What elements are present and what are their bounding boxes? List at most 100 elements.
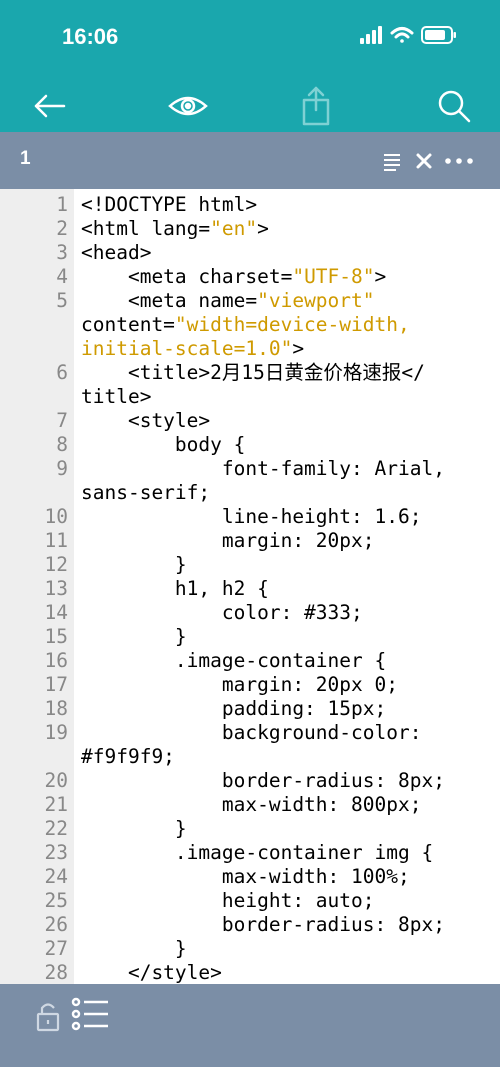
code-line[interactable]: 28 </style> — [0, 961, 500, 984]
code-line[interactable]: #f9f9f9; — [0, 745, 500, 769]
share-icon[interactable] — [294, 84, 338, 128]
line-code: } — [81, 625, 187, 648]
code-line[interactable]: 4 <meta charset="UTF-8"> — [0, 265, 500, 289]
line-number: 10 — [44, 505, 68, 528]
battery-icon — [421, 26, 456, 44]
code-line[interactable]: 18 padding: 15px; — [0, 697, 500, 721]
line-code: background-color: — [81, 721, 422, 744]
line-code: </style> — [81, 961, 222, 984]
line-code: <title>2月15日黄金价格速报</ — [81, 361, 425, 384]
code-line[interactable]: initial-scale=1.0"> — [0, 337, 500, 361]
menu-lines-icon[interactable] — [384, 154, 400, 171]
line-number: 11 — [44, 529, 68, 552]
line-code: max-width: 800px; — [81, 793, 422, 816]
line-number: 13 — [44, 577, 68, 600]
code-line[interactable]: 13 h1, h2 { — [0, 577, 500, 601]
code-editor[interactable]: 1 <!DOCTYPE html> 2 <html lang="en"> 3 <head>… — [0, 189, 500, 984]
line-number: 23 — [44, 841, 68, 864]
line-number: 4 — [56, 265, 68, 288]
line-code: padding: 15px; — [81, 697, 387, 720]
code-line[interactable]: 8 body { — [0, 433, 500, 457]
line-number: 28 — [44, 961, 68, 984]
code-line[interactable]: content="width=device-width, — [0, 313, 500, 337]
code-line[interactable]: 5 <meta name="viewport" — [0, 289, 500, 313]
code-line[interactable]: 10 line-height: 1.6; — [0, 505, 500, 529]
line-number: 1 — [56, 193, 68, 216]
tab-actions — [382, 146, 478, 176]
line-number: 3 — [56, 241, 68, 264]
line-code: <meta charset="UTF-8"> — [81, 265, 387, 288]
document-tab-bar: 1 — [0, 132, 500, 189]
line-number: 14 — [44, 601, 68, 624]
line-number: 22 — [44, 817, 68, 840]
code-line[interactable]: 19 background-color: — [0, 721, 500, 745]
line-number: 8 — [56, 433, 68, 456]
line-code: height: auto; — [81, 889, 375, 912]
line-number: 2 — [56, 217, 68, 240]
code-line[interactable]: 25 height: auto; — [0, 889, 500, 913]
line-code: <!DOCTYPE html> — [81, 193, 258, 216]
code-line[interactable]: 3 <head> — [0, 241, 500, 265]
code-line[interactable]: sans-serif; — [0, 481, 500, 505]
line-code: initial-scale=1.0"> — [81, 337, 305, 360]
string-literal: "width=device-width, — [174, 313, 410, 336]
search-icon[interactable] — [432, 84, 476, 128]
bottom-toolbar — [0, 984, 500, 1067]
code-line[interactable]: 16 .image-container { — [0, 649, 500, 673]
code-line[interactable]: 14 color: #333; — [0, 601, 500, 625]
list-icon[interactable] — [70, 996, 112, 1036]
code-line[interactable]: 27 } — [0, 937, 500, 961]
line-code: font-family: Arial, — [81, 457, 445, 480]
line-code: h1, h2 { — [81, 577, 269, 600]
line-code: .image-container img { — [81, 841, 434, 864]
status-icons — [360, 24, 460, 52]
code-line[interactable]: 1 <!DOCTYPE html> — [0, 193, 500, 217]
tab-title[interactable]: 1 — [20, 148, 31, 170]
code-line[interactable]: 6 <title>2月15日黄金价格速报</ — [0, 361, 500, 385]
string-literal: "viewport" — [257, 289, 375, 312]
line-code: <style> — [81, 409, 211, 432]
code-line[interactable]: title> — [0, 385, 500, 409]
top-toolbar — [0, 78, 500, 132]
code-line[interactable]: 23 .image-container img { — [0, 841, 500, 865]
close-icon[interactable] — [416, 153, 432, 169]
status-time: 16:06 — [62, 24, 119, 49]
code-line[interactable]: 11 margin: 20px; — [0, 529, 500, 553]
line-code: } — [81, 553, 187, 576]
code-line[interactable]: 22 } — [0, 817, 500, 841]
line-code: color: #333; — [81, 601, 363, 624]
code-line[interactable]: 24 max-width: 100%; — [0, 865, 500, 889]
string-literal: "UTF-8" — [292, 265, 375, 288]
line-number: 18 — [44, 697, 68, 720]
line-code: <html lang="en"> — [81, 217, 269, 240]
code-line[interactable]: 17 margin: 20px 0; — [0, 673, 500, 697]
line-number: 15 — [44, 625, 68, 648]
eye-icon[interactable] — [166, 84, 210, 128]
line-code: max-width: 100%; — [81, 865, 410, 888]
code-line[interactable]: 26 border-radius: 8px; — [0, 913, 500, 937]
line-number: 20 — [44, 769, 68, 792]
line-number: 21 — [44, 793, 68, 816]
line-number: 12 — [44, 553, 68, 576]
string-literal: "en" — [210, 217, 258, 240]
code-line[interactable]: 9 font-family: Arial, — [0, 457, 500, 481]
back-arrow-icon[interactable] — [28, 84, 72, 128]
line-number: 26 — [44, 913, 68, 936]
line-code: border-radius: 8px; — [81, 913, 445, 936]
code-line[interactable]: 15 } — [0, 625, 500, 649]
line-code: body { — [81, 433, 246, 456]
line-code: #f9f9f9; — [81, 745, 175, 768]
lock-icon[interactable] — [30, 996, 70, 1036]
code-line[interactable]: 12 } — [0, 553, 500, 577]
line-number: 24 — [44, 865, 68, 888]
line-code: <head> — [81, 241, 152, 264]
line-code: sans-serif; — [81, 481, 211, 504]
code-line[interactable]: 2 <html lang="en"> — [0, 217, 500, 241]
line-code: border-radius: 8px; — [81, 769, 445, 792]
string-literal: initial-scale=1.0" — [81, 337, 293, 360]
code-line[interactable]: 7 <style> — [0, 409, 500, 433]
code-line[interactable]: 20 border-radius: 8px; — [0, 769, 500, 793]
line-code: } — [81, 817, 187, 840]
more-icon[interactable] — [445, 158, 473, 164]
code-line[interactable]: 21 max-width: 800px; — [0, 793, 500, 817]
